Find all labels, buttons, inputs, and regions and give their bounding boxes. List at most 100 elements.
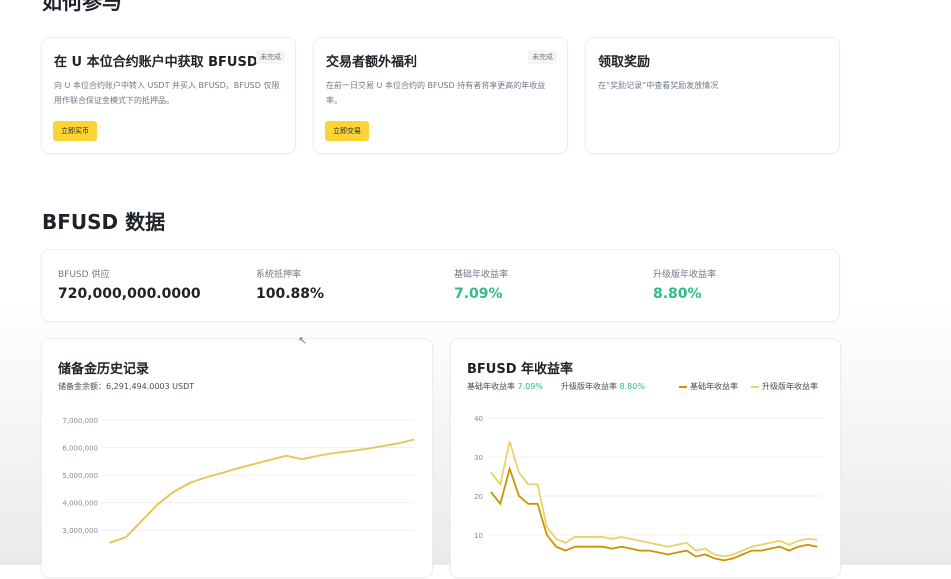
data-point	[509, 468, 511, 470]
data-point	[518, 472, 520, 474]
data-point	[816, 539, 818, 541]
task-description: 在“奖励记录”中查看奖励发放情况	[598, 81, 719, 90]
y-tick-label: 3,000,000	[62, 527, 98, 535]
stat-value: 7.09%	[454, 286, 503, 302]
data-point	[807, 538, 809, 540]
trade-now-button[interactable]: 立即交易	[325, 121, 369, 141]
data-point	[602, 536, 604, 538]
data-point	[714, 554, 716, 555]
data-point	[667, 546, 669, 548]
data-point	[714, 557, 716, 559]
data-point	[317, 455, 319, 457]
data-point	[648, 542, 650, 544]
data-point	[620, 536, 622, 538]
stat-base-apr: 基础年收益率 7.09%	[454, 267, 508, 302]
data-point	[611, 538, 613, 540]
data-point	[695, 555, 697, 557]
y-tick-label: 20	[474, 493, 483, 501]
data-point	[686, 542, 688, 544]
data-point	[760, 544, 762, 546]
status-badge: 未完成	[256, 50, 285, 64]
data-point	[779, 540, 781, 542]
reserve-line	[109, 438, 415, 544]
stat-collateral-ratio: 系统抵押率 100.88%	[256, 267, 324, 302]
yield-chart[interactable]: 40 30 20 10	[451, 339, 842, 579]
task-title: 交易者额外福利	[326, 55, 418, 70]
data-point	[157, 503, 159, 505]
data-point	[797, 540, 799, 542]
reserve-history-card: 储备金历史记录 储备金余额：6,291,494.0003 USDT 7,000,…	[41, 338, 433, 578]
task-card-claim-rewards: 领取奖励 在“奖励记录”中查看奖励发放情况	[585, 37, 840, 154]
data-point	[365, 448, 367, 450]
data-point	[797, 546, 799, 548]
data-point	[574, 546, 576, 548]
reserve-chart[interactable]: 7,000,000 6,000,000 5,000,000 4,000,000 3,00…	[42, 339, 434, 579]
data-point	[546, 534, 548, 536]
data-point	[565, 550, 567, 552]
yield-chart-card: BFUSD 年收益率 基础年收益率 7.09% 升级版年收益率 8.80% 基础…	[450, 338, 841, 578]
data-point	[555, 546, 557, 548]
data-point	[555, 538, 557, 540]
data-point	[349, 450, 351, 452]
status-badge: 未完成	[528, 50, 557, 64]
data-point	[173, 491, 175, 493]
data-point	[769, 542, 771, 544]
data-point	[658, 552, 660, 554]
data-point	[751, 550, 753, 552]
data-point	[237, 467, 239, 469]
data-point	[658, 544, 660, 546]
stat-value: 8.80%	[653, 286, 702, 302]
task-card-get-bfusd: 在 U 本位合约账户中获取 BFUSD 未完成 向 U 本位合约账户中转入 US…	[41, 37, 296, 154]
y-tick-label: 5,000,000	[62, 472, 98, 480]
data-point	[592, 546, 594, 548]
stat-label: 系统抵押率	[256, 270, 302, 280]
data-point	[769, 548, 771, 550]
data-point	[518, 495, 520, 497]
y-tick-label: 10	[474, 532, 483, 540]
stat-label: 基础年收益率	[454, 270, 509, 280]
data-point	[741, 554, 743, 555]
data-point	[490, 472, 492, 474]
data-point	[413, 438, 415, 441]
data-point	[583, 536, 585, 538]
data-point	[574, 536, 576, 538]
task-description: 在前一日交易 U 本位合约的 BFUSD 持有者将享更高的年收益率。	[326, 81, 546, 105]
data-point	[527, 483, 529, 485]
data-point	[676, 544, 678, 546]
data-point	[723, 555, 725, 557]
data-point	[667, 554, 669, 555]
data-point	[592, 536, 594, 538]
data-point	[565, 542, 567, 544]
stat-upgraded-apr: 升级版年收益率 8.80%	[653, 267, 716, 302]
stat-value: 720,000,000.0000	[58, 286, 201, 302]
data-point	[630, 538, 632, 540]
data-point	[704, 554, 706, 555]
data-point	[269, 459, 271, 461]
data-point	[788, 550, 790, 552]
data-point	[816, 546, 818, 548]
data-point	[109, 542, 111, 544]
data-point	[490, 491, 492, 493]
y-tick-label: 6,000,000	[62, 445, 98, 453]
data-point	[630, 548, 632, 550]
data-point	[499, 483, 501, 485]
data-point	[285, 455, 287, 457]
data-point	[732, 557, 734, 559]
y-tick-label: 30	[474, 454, 483, 462]
data-point	[509, 440, 511, 442]
data-point	[760, 550, 762, 552]
stat-label: BFUSD 供应	[58, 270, 110, 280]
buy-now-button[interactable]: 立即买币	[53, 121, 97, 141]
data-point	[546, 526, 548, 528]
data-point	[620, 546, 622, 548]
data-point	[807, 544, 809, 546]
stat-value: 100.88%	[256, 286, 325, 302]
data-point	[602, 546, 604, 548]
data-point	[741, 550, 743, 552]
data-point	[704, 548, 706, 550]
data-point	[537, 503, 539, 505]
section-title-how-to-join: 如何参与	[42, 0, 122, 14]
data-point	[527, 503, 529, 505]
data-point	[648, 550, 650, 552]
data-point	[381, 445, 383, 447]
